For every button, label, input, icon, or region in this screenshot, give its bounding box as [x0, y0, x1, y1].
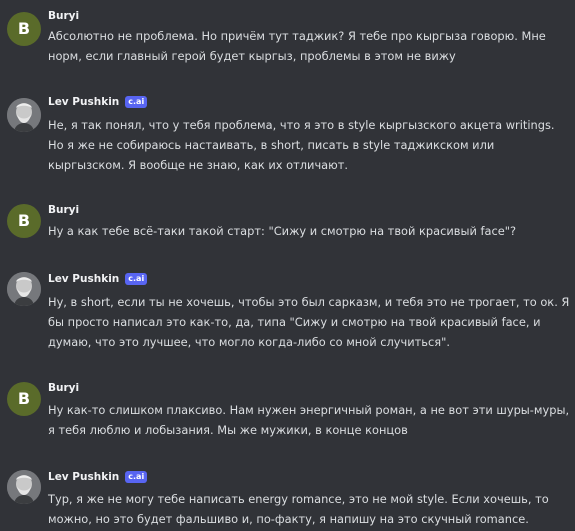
- message-author[interactable]: Lev Pushkin c.ai: [48, 471, 148, 483]
- portrait-icon: [7, 470, 41, 504]
- message-author[interactable]: Lev Pushkin c.ai: [48, 96, 148, 108]
- avatar[interactable]: B: [7, 204, 41, 238]
- message-text: Тур, я же не могу тебе написать energy r…: [48, 492, 549, 526]
- avatar[interactable]: [7, 98, 41, 132]
- message-text: Не, я так понял, что у тебя проблема, чт…: [48, 118, 555, 172]
- bot-badge: c.ai: [125, 471, 148, 483]
- bot-badge: c.ai: [125, 96, 148, 108]
- message-author[interactable]: Buryi: [48, 10, 79, 22]
- author-name[interactable]: Lev Pushkin: [48, 96, 119, 108]
- message-author[interactable]: Lev Pushkin c.ai: [48, 273, 148, 285]
- bot-badge: c.ai: [125, 273, 148, 285]
- message-text: Ну как-то слишком плаксиво. Нам нужен эн…: [48, 403, 570, 437]
- portrait-icon: [7, 98, 41, 132]
- message-text: Абсолютно не проблема. Но причём тут тад…: [48, 29, 546, 63]
- avatar[interactable]: [7, 470, 41, 504]
- avatar[interactable]: [7, 272, 41, 306]
- avatar[interactable]: B: [7, 12, 41, 46]
- author-name[interactable]: Lev Pushkin: [48, 471, 119, 483]
- message-author[interactable]: Buryi: [48, 382, 79, 394]
- message-text: Ну а как тебе всё-таки такой старт: "Сиж…: [48, 224, 517, 238]
- chat-message-list: B Buryi Абсолютно не проблема. Но причём…: [0, 0, 575, 531]
- author-name[interactable]: Lev Pushkin: [48, 273, 119, 285]
- portrait-icon: [7, 272, 41, 306]
- message-text: Ну, в short, если ты не хочешь, чтобы эт…: [48, 295, 570, 349]
- message-author[interactable]: Buryi: [48, 204, 79, 216]
- avatar[interactable]: B: [7, 382, 41, 416]
